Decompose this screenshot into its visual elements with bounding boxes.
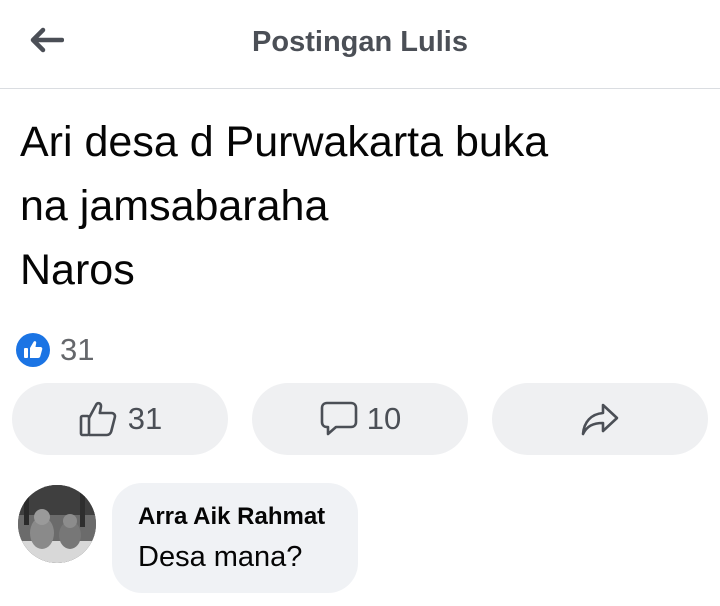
comment-bubble[interactable]: Arra Aik Rahmat Desa mana? [112,483,358,593]
post-body: Ari desa d Purwakarta buka na jamsabarah… [20,110,700,302]
reaction-count: 31 [60,332,95,367]
post-text-line: Ari desa d Purwakarta buka [20,118,549,166]
comment-author[interactable]: Arra Aik Rahmat [138,503,325,531]
like-count: 31 [127,401,163,436]
share-arrow-icon [581,403,619,436]
comment-button[interactable]: 10 [252,383,468,455]
like-button[interactable]: 31 [12,383,228,455]
thumbs-up-icon [79,401,117,437]
speech-bubble-icon [320,401,358,436]
like-badge-icon [16,333,50,367]
post-text-line: na jamsabaraha [20,182,329,230]
share-button[interactable] [492,383,708,455]
action-bar: 31 10 [0,383,720,455]
comment-text: Desa mana? [138,541,303,573]
top-bar: Postingan Lulis [0,0,720,89]
page-title: Postingan Lulis [252,26,468,58]
comment-count: 10 [366,401,402,436]
post-text-line: Naros [20,246,135,294]
avatar[interactable] [18,485,96,563]
comment-item: Arra Aik Rahmat Desa mana? [0,483,720,593]
reaction-summary[interactable]: 31 [16,332,94,368]
